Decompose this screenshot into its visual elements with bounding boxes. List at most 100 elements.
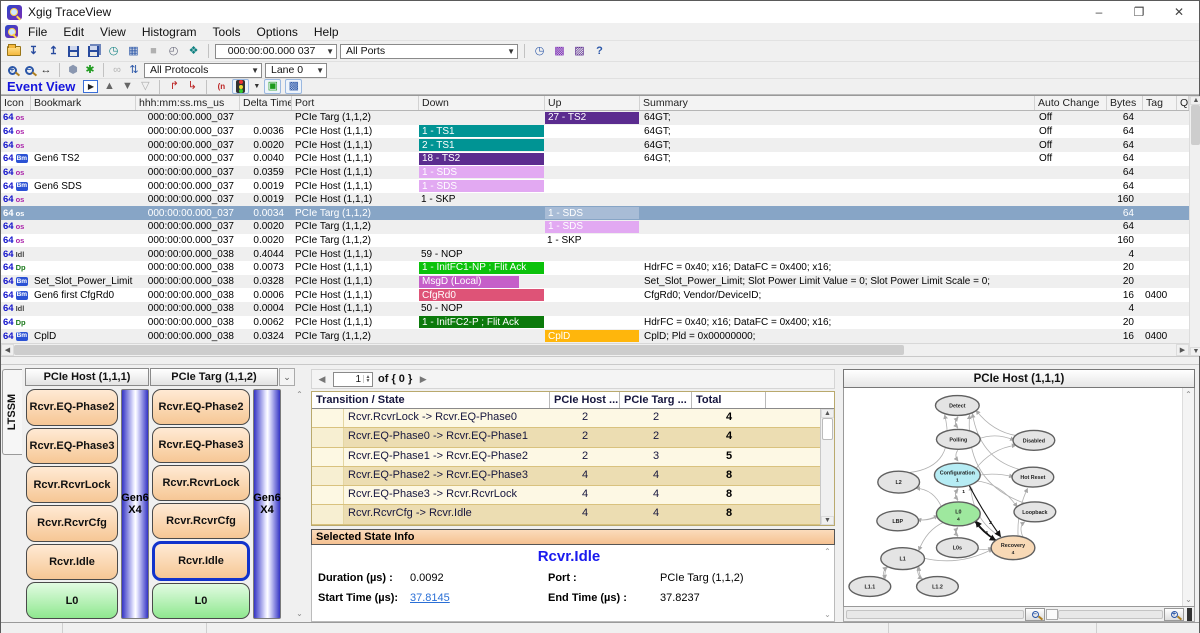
packet-chip[interactable]: 1 - SDS [419,166,544,178]
scroll-down-icon[interactable]: ⌄ [1185,595,1192,604]
export-icon[interactable]: ↧ [25,44,42,59]
chevron-down-icon[interactable]: ⌄ [279,368,295,386]
table-row[interactable]: 64os000:00:00.000_0370.0036PCIe Host (1,… [1,125,1189,139]
collapse-all-icon[interactable]: ▩ [285,79,302,94]
grid-column-header[interactable]: Icon [1,96,31,110]
jump-forward-icon[interactable]: ↳ [185,79,199,94]
grid-column-header[interactable]: Port [292,96,419,110]
import-icon[interactable]: ↥ [45,44,62,59]
table-row[interactable]: 64BmGen6 first CfgRd0000:00:00.000_0380.… [1,288,1189,302]
lane-combobox[interactable]: Lane 0 ▼ [265,63,327,78]
statistics-icon[interactable]: ◷ [531,44,548,59]
table-row[interactable]: 64BmGen6 SDS000:00:00.000_0370.0019PCIe … [1,179,1189,193]
diagram-node-l0s[interactable]: L0s [936,538,978,558]
grid-column-header[interactable]: hhh:mm:ss.ms_us [136,96,240,110]
table-row[interactable]: 64Dp000:00:00.000_0380.0062PCIe Host (1,… [1,316,1189,330]
goto-event-icon[interactable]: (n [214,79,228,94]
zoom-track[interactable] [846,610,1024,619]
analyzer-grid2-icon[interactable]: ▨ [571,44,588,59]
page-spinner[interactable]: 1 ▲▼ [333,372,373,387]
diagram-zoom-in-icon[interactable]: + [1164,608,1184,621]
analyzer-grid-icon[interactable]: ▩ [551,44,568,59]
menu-item-help[interactable]: Help [306,24,347,40]
ltssm-state-rcvr-rcvrcfg[interactable]: Rcvr.RcvrCfg [26,505,118,542]
scroll-down-icon[interactable]: ▼ [821,516,834,525]
table-row[interactable]: 64BmSet_Slot_Power_Limit000:00:00.000_03… [1,275,1189,289]
table-row[interactable]: 64os000:00:00.000_0370.0020PCIe Host (1,… [1,138,1189,152]
save-all-icon[interactable] [85,44,102,59]
ltssm-tab[interactable]: LTSSM [2,369,22,455]
packet-chip[interactable]: 1 - SDS [545,221,639,233]
table-row[interactable]: 64os000:00:00.000_0370.0034PCIe Targ (1,… [1,206,1189,220]
grid-column-header[interactable]: Bookmark [31,96,136,110]
menu-item-edit[interactable]: Edit [55,24,92,40]
ltssm-state-rcvr-idle[interactable]: Rcvr.Idle [26,544,118,581]
close-button[interactable]: ✕ [1159,1,1199,23]
timer-icon[interactable]: ◴ [165,44,182,59]
table-row[interactable]: 64os000:00:00.000_037PCIe Targ (1,1,2)27… [1,111,1189,125]
scroll-up-icon[interactable]: ▲ [821,409,834,418]
packet-chip[interactable]: CfgRd0 [419,289,544,301]
scrollbar-thumb[interactable] [1191,105,1200,145]
packet-chip[interactable]: 2 - TS1 [419,139,544,151]
info-scrollbar[interactable]: ⌃ ⌄ [822,547,833,619]
ltssm-state-rcvr-eq-phase2[interactable]: Rcvr.EQ-Phase2 [152,389,250,425]
transition-scrollbar[interactable]: ▲ ▼ [820,409,834,525]
capture-settings-icon[interactable]: ◷ [105,44,122,59]
ltssm-state-diagram[interactable]: DetectPollingDisabledConfiguration1Hot R… [844,388,1182,606]
diagram-node-hotreset[interactable]: Hot Reset [1012,467,1054,487]
table-row[interactable]: 64os000:00:00.000_0370.0020PCIe Targ (1,… [1,220,1189,234]
transition-row[interactable]: Rcvr.RcvrCfg -> Rcvr.Idle448 [312,505,820,524]
menu-item-options[interactable]: Options [249,24,306,40]
grid-column-header[interactable]: Delta Time [240,96,292,110]
zoom-track[interactable] [1058,610,1163,619]
protocols-combobox[interactable]: All Protocols ▼ [144,63,262,78]
table-row[interactable]: 64Idl000:00:00.000_0380.0004PCIe Host (1… [1,302,1189,316]
diagram-node-lbp[interactable]: LBP [877,511,919,531]
grid-column-header[interactable]: Summary [640,96,1035,110]
ltssm-state-l0[interactable]: L0 [152,583,250,619]
tag-icon[interactable]: ⬢ [66,63,80,78]
scroll-right-icon[interactable]: ▶ [1176,344,1189,356]
grid-vertical-scrollbar[interactable]: ▲ ▼ [1189,96,1200,356]
menu-item-file[interactable]: File [20,24,55,40]
menu-item-view[interactable]: View [92,24,134,40]
zoom-slider-thumb[interactable] [1046,609,1058,620]
packet-chip[interactable]: 1 - TS1 [419,125,544,137]
table-row[interactable]: 64os000:00:00.000_0370.0359PCIe Host (1,… [1,166,1189,180]
diagram-header[interactable]: PCIe Host (1,1,1) [843,369,1195,388]
ltssm-state-rcvr-eq-phase3[interactable]: Rcvr.EQ-Phase3 [152,427,250,463]
timestamp-combobox[interactable]: 000:00:00.000 037 ▼ [215,44,337,59]
zoom-out-icon[interactable]: – [22,63,36,78]
ltssm-state-rcvr-eq-phase2[interactable]: Rcvr.EQ-Phase2 [26,389,118,426]
ltssm-state-rcvr-rcvrlock[interactable]: Rcvr.RcvrLock [152,465,250,501]
diagram-node-recovery[interactable]: Recovery4 [991,536,1035,560]
menu-item-histogram[interactable]: Histogram [134,24,205,40]
ports-combobox[interactable]: All Ports ▼ [340,44,518,59]
horizontal-splitter[interactable] [1,356,1199,365]
open-file-icon[interactable] [5,44,22,59]
packet-chip[interactable]: 1 - SDS [545,207,639,219]
marker-icon[interactable]: ✱ [83,63,97,78]
save-icon[interactable] [65,44,82,59]
minimize-button[interactable]: – [1079,1,1119,23]
chevron-down-icon[interactable]: ▼ [253,83,260,90]
page-next-icon[interactable]: ▶ [417,374,429,385]
diagram-node-configuration[interactable]: Configuration1 [934,463,980,487]
transition-row[interactable]: Rcvr.EQ-Phase3 -> Rcvr.RcvrLock448 [312,486,820,505]
sort-arrows-icon[interactable]: ⇅ [127,63,141,78]
start-time-link[interactable]: 37.8145 [410,592,548,604]
ltssm-state-rcvr-idle[interactable]: Rcvr.Idle [152,541,250,581]
grid-horizontal-scrollbar[interactable]: ◀ ▶ [1,343,1189,356]
next-event-icon[interactable]: ▼ [120,79,134,94]
zoom-in-icon[interactable]: + [5,63,19,78]
table-row[interactable]: 64BmGen6 TS2000:00:00.000_0370.0040PCIe … [1,152,1189,166]
grid-column-header[interactable]: Qu [1177,96,1189,110]
jump-back-icon[interactable]: ↱ [167,79,181,94]
ltssm-state-rcvr-rcvrcfg[interactable]: Rcvr.RcvrCfg [152,503,250,539]
diagram-node-l1[interactable]: L1 [881,548,925,570]
packet-chip[interactable]: CplD [545,330,639,342]
grid-column-header[interactable]: Auto Change [1035,96,1107,110]
grid-column-header[interactable]: Up [545,96,640,110]
scroll-left-icon[interactable]: ◀ [1,344,14,356]
